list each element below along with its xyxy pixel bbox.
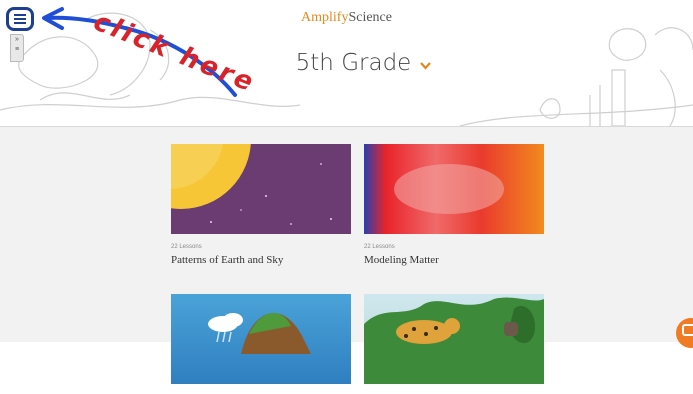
- unit-thumbnail[interactable]: [364, 294, 544, 384]
- unit-card[interactable]: 22 Lessons Modeling Matter: [364, 144, 544, 266]
- lesson-count: 22 Lessons: [364, 244, 395, 250]
- grade-selector[interactable]: 5th Grade: [0, 50, 693, 76]
- unit-card[interactable]: 22 Lessons Patterns of Earth and Sky: [171, 144, 351, 266]
- hamburger-menu-icon[interactable]: [6, 7, 34, 31]
- grade-title[interactable]: 5th Grade: [296, 50, 412, 76]
- unit-card[interactable]: [364, 294, 544, 394]
- page-header: AmplifyScience 5th Grade » ≡: [0, 0, 693, 127]
- unit-title[interactable]: Modeling Matter: [364, 254, 544, 266]
- unit-thumbnail[interactable]: [171, 294, 351, 384]
- side-panel-tab[interactable]: » ≡: [10, 34, 24, 62]
- unit-card[interactable]: [171, 294, 351, 394]
- unit-thumbnail[interactable]: [364, 144, 544, 234]
- amplify-science-logo[interactable]: AmplifyScience: [0, 10, 693, 26]
- unit-title[interactable]: Patterns of Earth and Sky: [171, 254, 351, 266]
- chat-bubble-icon[interactable]: [676, 318, 693, 348]
- expand-arrows-icon: » ≡: [14, 36, 20, 53]
- unit-grid: 22 Lessons Patterns of Earth and Sky 22 …: [0, 127, 693, 384]
- chevron-down-icon[interactable]: [420, 57, 432, 74]
- lesson-count: 22 Lessons: [171, 244, 202, 250]
- unit-thumbnail[interactable]: [171, 144, 351, 234]
